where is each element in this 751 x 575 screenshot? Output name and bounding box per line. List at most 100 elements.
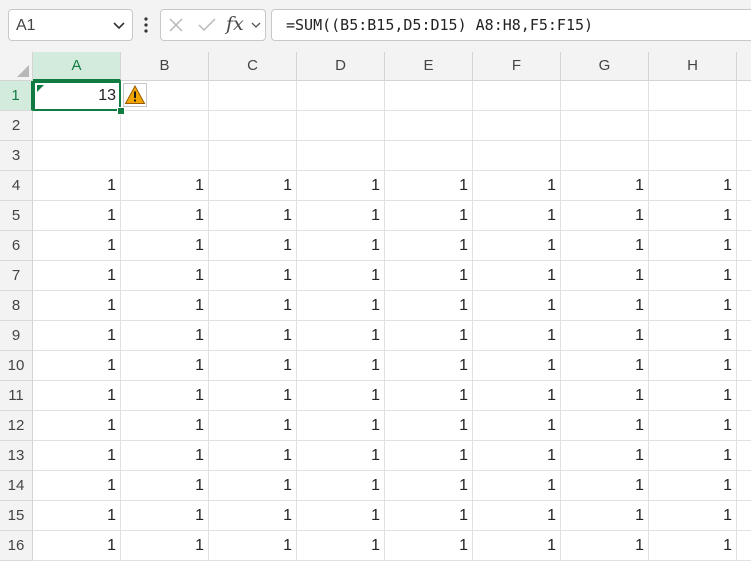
cell-c7[interactable]: 1 (209, 261, 297, 291)
cell-f10[interactable]: 1 (473, 351, 561, 381)
cell-g8[interactable]: 1 (561, 291, 649, 321)
cell-d14[interactable]: 1 (297, 471, 385, 501)
row-header-2[interactable]: 2 (0, 111, 33, 141)
row-header-3[interactable]: 3 (0, 141, 33, 171)
cell-h5[interactable]: 1 (649, 201, 737, 231)
cell-h12[interactable]: 1 (649, 411, 737, 441)
column-header-h[interactable]: H (649, 52, 737, 81)
cell-i3[interactable] (737, 141, 751, 171)
column-header-f[interactable]: F (473, 52, 561, 81)
cell-a7[interactable]: 1 (33, 261, 121, 291)
cell-h9[interactable]: 1 (649, 321, 737, 351)
cell-a10[interactable]: 1 (33, 351, 121, 381)
cell-e5[interactable]: 1 (385, 201, 473, 231)
column-header-g[interactable]: G (561, 52, 649, 81)
cell-e10[interactable]: 1 (385, 351, 473, 381)
cell-c14[interactable]: 1 (209, 471, 297, 501)
name-box[interactable]: A1 (8, 9, 133, 41)
cell-c2[interactable] (209, 111, 297, 141)
cell-b8[interactable]: 1 (121, 291, 209, 321)
cell-a1[interactable]: 13 (33, 81, 121, 111)
cell-c10[interactable]: 1 (209, 351, 297, 381)
cell-e11[interactable]: 1 (385, 381, 473, 411)
row-header-1[interactable]: 1 (0, 81, 33, 111)
cell-a3[interactable] (33, 141, 121, 171)
cell-g10[interactable]: 1 (561, 351, 649, 381)
cell-b4[interactable]: 1 (121, 171, 209, 201)
cell-d12[interactable]: 1 (297, 411, 385, 441)
cell-c4[interactable]: 1 (209, 171, 297, 201)
cell-i10[interactable] (737, 351, 751, 381)
cell-h2[interactable] (649, 111, 737, 141)
cell-i6[interactable] (737, 231, 751, 261)
cell-i14[interactable] (737, 471, 751, 501)
row-header-9[interactable]: 9 (0, 321, 33, 351)
cancel-x-icon[interactable] (168, 17, 184, 33)
column-header-d[interactable]: D (297, 52, 385, 81)
error-checking-button[interactable] (123, 83, 147, 107)
cell-c3[interactable] (209, 141, 297, 171)
column-header-b[interactable]: B (121, 52, 209, 81)
cell-f12[interactable]: 1 (473, 411, 561, 441)
column-header-e[interactable]: E (385, 52, 473, 81)
cell-i8[interactable] (737, 291, 751, 321)
cell-f14[interactable]: 1 (473, 471, 561, 501)
cell-a5[interactable]: 1 (33, 201, 121, 231)
cell-d6[interactable]: 1 (297, 231, 385, 261)
cell-e14[interactable]: 1 (385, 471, 473, 501)
cell-a13[interactable]: 1 (33, 441, 121, 471)
cell-e13[interactable]: 1 (385, 441, 473, 471)
cell-d4[interactable]: 1 (297, 171, 385, 201)
cell-a12[interactable]: 1 (33, 411, 121, 441)
fill-handle[interactable] (117, 107, 125, 115)
checkmark-icon[interactable] (197, 17, 217, 33)
cell-d2[interactable] (297, 111, 385, 141)
cell-a4[interactable]: 1 (33, 171, 121, 201)
cell-a6[interactable]: 1 (33, 231, 121, 261)
cell-d3[interactable] (297, 141, 385, 171)
cell-c16[interactable]: 1 (209, 531, 297, 561)
cell-g1[interactable] (561, 81, 649, 111)
cell-h8[interactable]: 1 (649, 291, 737, 321)
cell-f9[interactable]: 1 (473, 321, 561, 351)
cell-e2[interactable] (385, 111, 473, 141)
cell-f7[interactable]: 1 (473, 261, 561, 291)
cell-b12[interactable]: 1 (121, 411, 209, 441)
row-header-10[interactable]: 10 (0, 351, 33, 381)
cell-f11[interactable]: 1 (473, 381, 561, 411)
cell-c1[interactable] (209, 81, 297, 111)
cell-b7[interactable]: 1 (121, 261, 209, 291)
cell-a8[interactable]: 1 (33, 291, 121, 321)
cell-b5[interactable]: 1 (121, 201, 209, 231)
cell-d11[interactable]: 1 (297, 381, 385, 411)
cell-e16[interactable]: 1 (385, 531, 473, 561)
cell-f2[interactable] (473, 111, 561, 141)
cell-h6[interactable]: 1 (649, 231, 737, 261)
cell-f4[interactable]: 1 (473, 171, 561, 201)
cell-g2[interactable] (561, 111, 649, 141)
cell-e8[interactable]: 1 (385, 291, 473, 321)
cell-f13[interactable]: 1 (473, 441, 561, 471)
cell-f3[interactable] (473, 141, 561, 171)
cell-h3[interactable] (649, 141, 737, 171)
cell-f1[interactable] (473, 81, 561, 111)
cell-f5[interactable]: 1 (473, 201, 561, 231)
cell-b15[interactable]: 1 (121, 501, 209, 531)
cell-e7[interactable]: 1 (385, 261, 473, 291)
cell-c8[interactable]: 1 (209, 291, 297, 321)
cell-i5[interactable] (737, 201, 751, 231)
cell-c11[interactable]: 1 (209, 381, 297, 411)
chevron-down-icon[interactable] (112, 18, 126, 32)
row-header-16[interactable]: 16 (0, 531, 33, 561)
cell-d7[interactable]: 1 (297, 261, 385, 291)
column-header-partial[interactable] (737, 52, 751, 81)
row-header-8[interactable]: 8 (0, 291, 33, 321)
cell-a9[interactable]: 1 (33, 321, 121, 351)
cell-a2[interactable] (33, 111, 121, 141)
insert-function-button[interactable]: fx (226, 13, 244, 35)
cell-b10[interactable]: 1 (121, 351, 209, 381)
cell-d5[interactable]: 1 (297, 201, 385, 231)
cell-h11[interactable]: 1 (649, 381, 737, 411)
cell-g13[interactable]: 1 (561, 441, 649, 471)
cell-i1[interactable] (737, 81, 751, 111)
